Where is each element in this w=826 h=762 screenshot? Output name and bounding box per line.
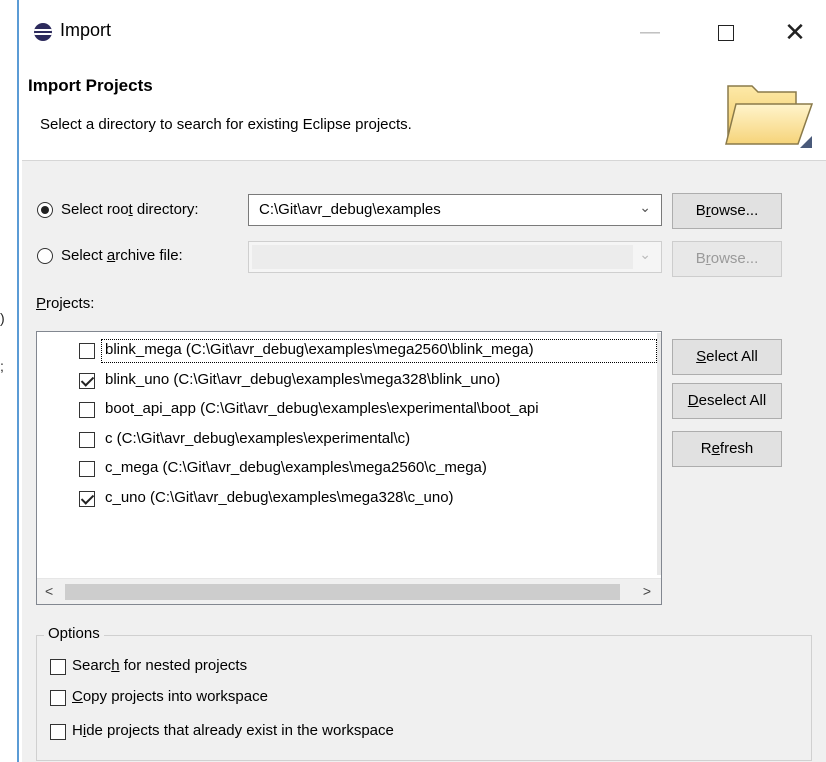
- archive-file-combo[interactable]: ⌄: [248, 241, 662, 273]
- minimize-icon: —: [640, 21, 660, 43]
- project-label: c_uno (C:\Git\avr_debug\examples\mega328…: [105, 488, 454, 506]
- title-bar: Import — ✕: [22, 0, 826, 64]
- background-text-fragment: ;: [0, 358, 4, 374]
- project-checkbox[interactable]: [79, 431, 95, 448]
- project-label: c (C:\Git\avr_debug\examples\experimenta…: [105, 429, 411, 447]
- minimize-button[interactable]: —: [627, 14, 673, 50]
- option-checkbox[interactable]: [50, 690, 66, 706]
- scroll-right-icon[interactable]: >: [643, 583, 651, 599]
- archive-file-value: [252, 245, 633, 269]
- project-checkbox[interactable]: [79, 461, 95, 477]
- project-checkbox[interactable]: [79, 490, 95, 507]
- project-row[interactable]: c_uno (C:\Git\avr_debug\examples\mega328…: [37, 486, 661, 516]
- select-root-directory-label: Select root directory:: [61, 201, 199, 218]
- option-checkbox[interactable]: [50, 724, 66, 740]
- root-directory-combo[interactable]: C:\Git\avr_debug\examples ⌄: [248, 194, 662, 226]
- option-label: Search for nested projects: [72, 657, 248, 674]
- close-icon: ✕: [784, 17, 806, 47]
- option-checkbox[interactable]: [50, 659, 66, 675]
- refresh-button[interactable]: Refresh: [672, 431, 782, 467]
- eclipse-icon: [34, 23, 52, 41]
- option-label: Copy projects into workspace: [72, 688, 268, 705]
- project-row[interactable]: blink_uno (C:\Git\avr_debug\examples\meg…: [37, 368, 661, 398]
- window-title: Import: [60, 20, 112, 40]
- window-border: [17, 0, 19, 762]
- options-legend: Options: [44, 625, 104, 642]
- folder-icon: [725, 85, 814, 148]
- project-checkbox[interactable]: [79, 372, 95, 389]
- project-label: c_mega (C:\Git\avr_debug\examples\mega25…: [105, 459, 487, 476]
- select-archive-file-label: Select archive file:: [61, 247, 183, 264]
- select-root-directory-radio[interactable]: [37, 202, 53, 218]
- project-label: boot_api_app (C:\Git\avr_debug\examples\…: [105, 400, 539, 417]
- maximize-icon: [718, 24, 734, 41]
- option-label: Hide projects that already exist in the …: [72, 722, 394, 739]
- project-checkbox[interactable]: [79, 343, 95, 359]
- browse-directory-button[interactable]: Browse...: [672, 193, 782, 229]
- background-window-edge: ) ;: [0, 0, 22, 762]
- horizontal-scrollbar[interactable]: < >: [37, 578, 661, 604]
- project-checkbox[interactable]: [79, 402, 95, 418]
- background-text-fragment: ): [0, 310, 5, 326]
- scrollbar-thumb[interactable]: [65, 584, 620, 600]
- project-row[interactable]: c (C:\Git\avr_debug\examples\experimenta…: [37, 427, 661, 457]
- projects-label: Projects:: [36, 295, 95, 312]
- chevron-down-icon[interactable]: ⌄: [639, 246, 651, 263]
- page-title: Import Projects: [28, 76, 153, 95]
- select-archive-file-radio[interactable]: [37, 248, 53, 264]
- project-row[interactable]: c_mega (C:\Git\avr_debug\examples\mega25…: [37, 456, 661, 486]
- chevron-down-icon[interactable]: ⌄: [639, 199, 651, 216]
- project-label: blink_uno (C:\Git\avr_debug\examples\meg…: [105, 370, 501, 388]
- projects-list[interactable]: blink_mega (C:\Git\avr_debug\examples\me…: [36, 331, 662, 605]
- focus-rectangle: [101, 339, 657, 363]
- root-directory-value: C:\Git\avr_debug\examples: [259, 201, 441, 218]
- close-button[interactable]: ✕: [772, 14, 818, 50]
- maximize-button[interactable]: [703, 14, 749, 50]
- page-description: Select a directory to search for existin…: [40, 116, 412, 133]
- select-all-button[interactable]: Select All: [672, 339, 782, 375]
- vertical-scrollbar[interactable]: [657, 333, 661, 575]
- project-row[interactable]: boot_api_app (C:\Git\avr_debug\examples\…: [37, 397, 661, 427]
- browse-archive-button[interactable]: Browse...: [672, 241, 782, 277]
- project-row[interactable]: blink_mega (C:\Git\avr_debug\examples\me…: [37, 338, 661, 368]
- wizard-body: Select root directory: C:\Git\avr_debug\…: [22, 161, 826, 762]
- deselect-all-button[interactable]: Deselect All: [672, 383, 782, 419]
- scroll-left-icon[interactable]: <: [45, 583, 53, 599]
- wizard-header: Import Projects Select a directory to se…: [22, 64, 826, 160]
